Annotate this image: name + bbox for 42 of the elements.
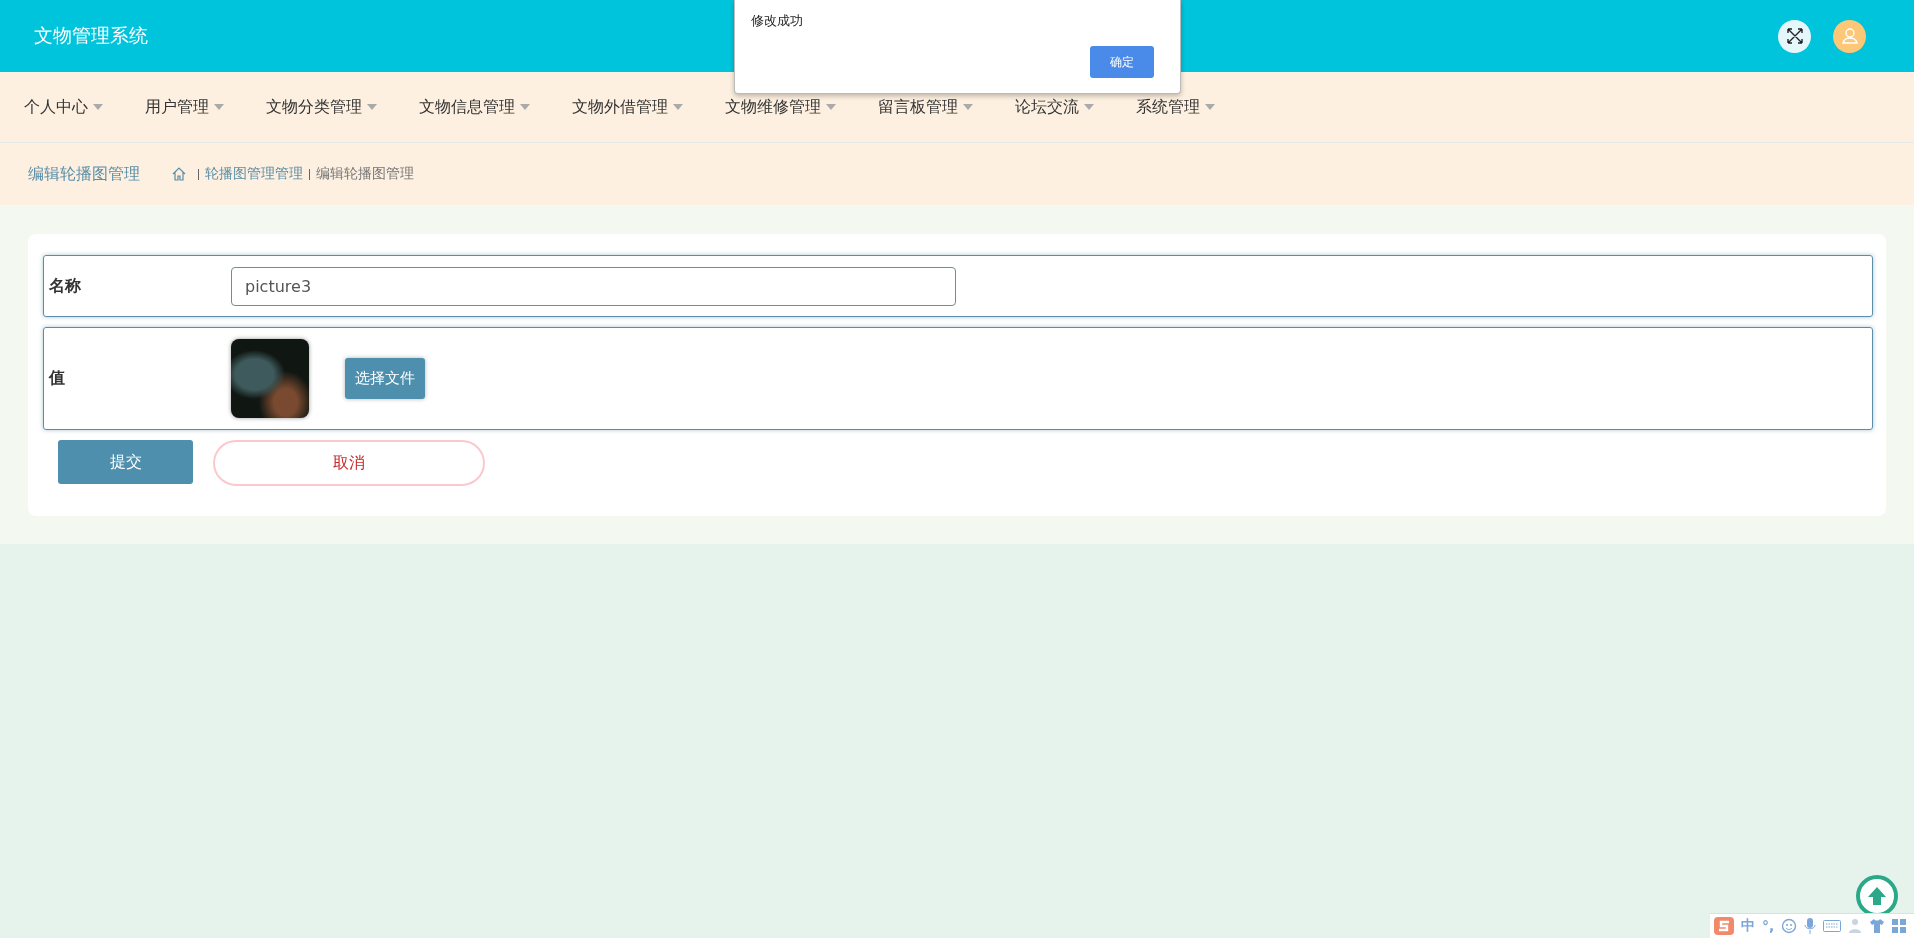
field-label: 值	[49, 368, 66, 389]
expand-icon	[1784, 26, 1805, 46]
submit-button[interactable]: 提交	[58, 440, 193, 484]
nav-menu-item[interactable]: 用户管理	[145, 96, 224, 118]
nav-menu-item[interactable]: 文物维修管理	[725, 96, 836, 118]
caret-icon	[93, 104, 103, 110]
caret-icon	[1205, 104, 1215, 110]
caret-icon	[367, 104, 377, 110]
ime-logo-icon[interactable]	[1714, 917, 1734, 935]
home-icon[interactable]	[172, 167, 186, 181]
breadcrumb-separator	[309, 168, 310, 180]
keyboard-icon[interactable]	[1823, 919, 1842, 933]
caret-icon	[963, 104, 973, 110]
shirt-icon[interactable]	[1869, 918, 1886, 934]
grid-icon[interactable]	[1892, 919, 1907, 933]
choose-file-button[interactable]: 选择文件	[345, 358, 425, 399]
person-icon[interactable]	[1848, 918, 1863, 934]
alert-message: 修改成功	[751, 12, 803, 30]
caret-icon	[520, 104, 530, 110]
app-title: 文物管理系统	[34, 23, 148, 48]
breadcrumb-separator	[198, 168, 199, 180]
nav-menu-item[interactable]: 个人中心	[24, 96, 103, 118]
caret-icon	[826, 104, 836, 110]
cancel-button[interactable]: 取消	[213, 440, 485, 486]
nav-menu-item[interactable]: 留言板管理	[878, 96, 973, 118]
nav-menu-item[interactable]: 论坛交流	[1015, 96, 1094, 118]
fullscreen-button[interactable]	[1778, 19, 1811, 53]
caret-icon	[1084, 104, 1094, 110]
user-icon	[1839, 26, 1860, 46]
caret-icon	[673, 104, 683, 110]
caret-icon	[214, 104, 224, 110]
field-label: 名称	[49, 275, 82, 297]
smiley-icon[interactable]	[1781, 918, 1798, 934]
name-input-field[interactable]: picture3	[231, 266, 956, 306]
page-title: 编辑轮播图管理	[28, 163, 140, 185]
microphone-icon[interactable]	[1804, 918, 1817, 934]
nav-menu-item[interactable]: 系统管理	[1136, 96, 1215, 118]
nav-menu-item[interactable]: 文物外借管理	[572, 96, 683, 118]
user-avatar-button[interactable]	[1833, 19, 1866, 53]
up-arrow-icon	[1866, 885, 1888, 907]
nav-menu-item[interactable]: 文物分类管理	[266, 96, 377, 118]
nav-menu-item[interactable]: 文物信息管理	[419, 96, 530, 118]
